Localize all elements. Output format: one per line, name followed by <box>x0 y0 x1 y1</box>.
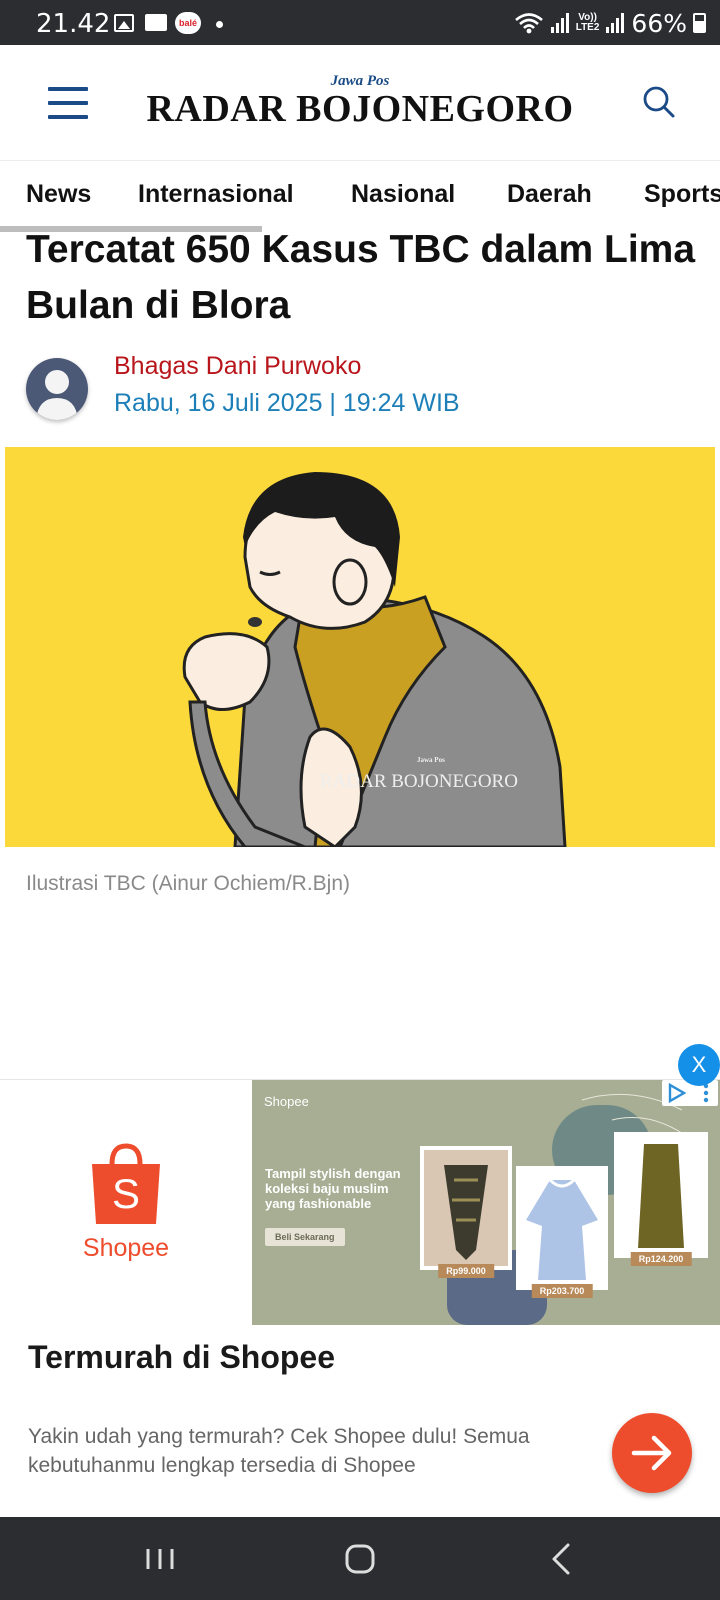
coughing-man-illustration: Jawa Pos RADAR BOJONEGORO <box>182 472 567 847</box>
notification-dot-icon <box>216 21 223 28</box>
ad-brand-name: Shopee <box>82 1234 170 1262</box>
volte-indicator: Vo)) LTE2 <box>576 13 600 33</box>
search-icon[interactable] <box>642 85 676 119</box>
product-image <box>520 1170 604 1286</box>
avatar-placeholder-icon <box>36 370 78 420</box>
battery-percent: 66% <box>631 8 687 38</box>
ad-title[interactable]: Termurah di Shopee <box>28 1339 335 1376</box>
system-nav-bar <box>0 1517 720 1600</box>
home-icon[interactable] <box>338 1537 382 1581</box>
product-price: Rp124.200 <box>630 1252 692 1266</box>
site-header: Jawa Pos RADAR BOJONEGORO <box>0 45 720 161</box>
wifi-icon <box>514 13 543 34</box>
ad-product-banner[interactable]: Shopee Tampil stylish dengan koleksi baj… <box>252 1080 720 1325</box>
signal-1-icon <box>550 13 569 33</box>
product-price: Rp99.000 <box>438 1264 494 1278</box>
banner-brand: Shopee <box>264 1094 309 1109</box>
svg-text:S: S <box>112 1170 140 1217</box>
article-hero-image: Jawa Pos RADAR BOJONEGORO <box>5 447 715 847</box>
status-bar: 21.42 balé Vo)) LTE2 66% <box>0 0 720 45</box>
logo-radar-bojonegoro: RADAR BOJONEGORO <box>146 88 574 130</box>
ad-close-button[interactable]: X <box>678 1044 720 1086</box>
volte-bottom: LTE2 <box>575 22 600 33</box>
product-card[interactable]: Rp99.000 <box>420 1146 512 1278</box>
screen: 21.42 balé Vo)) LTE2 66% Jawa Pos RADAR … <box>0 0 720 1600</box>
banner-tagline: Tampil stylish dengan koleksi baju musli… <box>265 1166 401 1211</box>
nav-item-sports[interactable]: Sports <box>644 180 720 209</box>
status-time: 21.42 <box>36 9 111 39</box>
status-right: Vo)) LTE2 66% <box>514 8 706 38</box>
watermark-small: Jawa Pos <box>417 756 445 764</box>
nav-item-nasional[interactable]: Nasional <box>351 180 455 209</box>
recent-apps-icon[interactable] <box>138 1537 182 1581</box>
ad-shopee-logo[interactable]: S Shopee <box>0 1080 252 1325</box>
shopee-bag-icon: S <box>92 1143 160 1224</box>
ad-go-button[interactable] <box>612 1413 692 1493</box>
gallery-icon <box>114 14 134 32</box>
publish-date: Rabu, 16 Juli 2025 | 19:24 WIB <box>114 389 460 417</box>
image-watermark: RADAR BOJONEGORO <box>320 771 518 792</box>
image-caption: Ilustrasi TBC (Ainur Ochiem/R.Bjn) <box>26 872 351 895</box>
signal-2-icon <box>606 13 625 33</box>
banner-cta-button[interactable]: Beli Sekarang <box>265 1228 345 1246</box>
menu-icon[interactable] <box>48 87 88 119</box>
article-title: Tercatat 650 Kasus TBC dalam Lima Bulan … <box>26 228 696 327</box>
nav-item-news[interactable]: News <box>26 180 91 209</box>
product-card[interactable]: Rp203.700 <box>516 1166 608 1298</box>
nav-item-internasional[interactable]: Internasional <box>138 180 294 209</box>
product-price: Rp203.700 <box>531 1284 593 1298</box>
nav-item-daerah[interactable]: Daerah <box>507 180 592 209</box>
back-icon[interactable] <box>540 1537 584 1581</box>
product-image <box>618 1136 704 1254</box>
product-card[interactable]: Rp124.200 <box>614 1132 708 1266</box>
ad-banner[interactable]: S Shopee Shopee Tampil stylish dengan ko… <box>0 1079 720 1517</box>
battery-icon <box>693 13 706 33</box>
site-logo[interactable]: Jawa Pos RADAR BOJONEGORO <box>138 73 582 130</box>
bale-app-icon: balé <box>175 12 201 34</box>
author-name[interactable]: Bhagas Dani Purwoko <box>114 352 361 381</box>
ad-description: Yakin udah yang termurah? Cek Shopee dul… <box>28 1425 530 1477</box>
product-image <box>424 1150 508 1266</box>
folder-icon <box>145 14 167 31</box>
author-avatar[interactable] <box>26 358 88 420</box>
arrow-right-icon <box>631 1435 672 1471</box>
